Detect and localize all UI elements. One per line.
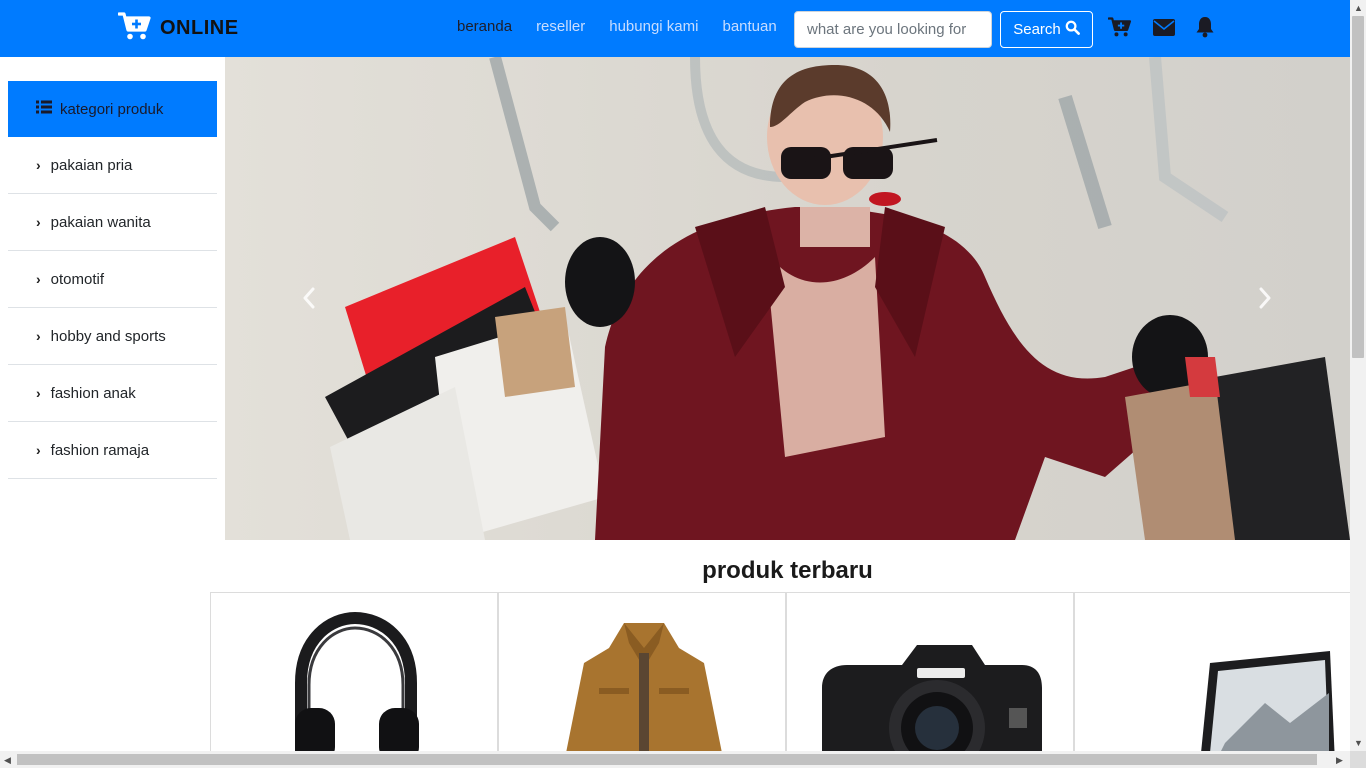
sidebar-item-label: pakaian pria xyxy=(50,156,133,174)
nav-link-hubungi-kami[interactable]: hubungi kami xyxy=(605,18,702,35)
chevron-right-icon: › xyxy=(36,328,41,344)
product-image-jacket xyxy=(566,623,722,752)
product-image-headphones xyxy=(295,611,419,752)
sidebar-item-pakaian-pria[interactable]: › pakaian pria xyxy=(8,137,217,194)
sidebar-item-label: fashion anak xyxy=(50,384,136,402)
chevron-left-icon xyxy=(302,287,316,314)
sidebar-item-otomotif[interactable]: › otomotif xyxy=(8,251,217,308)
scroll-up-icon[interactable]: ▲ xyxy=(1354,3,1363,13)
vertical-scrollbar-thumb[interactable] xyxy=(1352,16,1364,358)
chevron-right-icon: › xyxy=(36,442,41,458)
scroll-down-icon[interactable]: ▼ xyxy=(1354,738,1363,748)
top-navbar: ONLINE beranda reseller hubungi kami ban… xyxy=(0,0,1350,57)
hero-banner-image xyxy=(225,57,1350,540)
sidebar-item-label: otomotif xyxy=(50,270,105,288)
search-icon xyxy=(1065,20,1080,39)
sidebar-heading-label: kategori produk xyxy=(60,100,164,118)
sidebar-item-label: hobby and sports xyxy=(50,327,166,345)
product-card-laptop[interactable] xyxy=(1074,592,1350,752)
sidebar-item-label: fashion ramaja xyxy=(50,441,150,459)
product-card-jacket[interactable] xyxy=(498,592,786,752)
hero-carousel[interactable] xyxy=(225,57,1350,540)
product-card-headphones[interactable] xyxy=(210,592,498,752)
search-button[interactable]: Search xyxy=(1000,11,1093,48)
envelope-icon[interactable] xyxy=(1152,15,1176,39)
brand-logo[interactable]: ONLINE xyxy=(117,10,239,46)
product-image-camera xyxy=(822,645,1042,752)
brand-name: ONLINE xyxy=(160,16,239,39)
carousel-prev-button[interactable] xyxy=(296,285,322,315)
cart-plus-icon[interactable] xyxy=(1108,15,1132,39)
chevron-right-icon: › xyxy=(36,271,41,287)
chevron-right-icon: › xyxy=(36,385,41,401)
horizontal-scrollbar-thumb[interactable] xyxy=(17,754,1317,765)
scrollbar-corner xyxy=(1350,751,1366,768)
product-card-camera[interactable] xyxy=(786,592,1074,752)
horizontal-scrollbar[interactable]: ◀ ▶ xyxy=(0,751,1350,768)
scroll-right-icon[interactable]: ▶ xyxy=(1336,755,1343,765)
chevron-right-icon xyxy=(1258,287,1272,314)
sidebar-item-fashion-ramaja[interactable]: › fashion ramaja xyxy=(8,422,217,479)
sidebar-item-label: pakaian wanita xyxy=(50,213,151,231)
nav-links: beranda reseller hubungi kami bantuan xyxy=(453,18,781,35)
search-button-label: Search xyxy=(1013,21,1061,38)
category-sidebar: kategori produk › pakaian pria › pakaian… xyxy=(8,81,217,479)
bell-icon[interactable] xyxy=(1193,15,1217,39)
section-title: produk terbaru xyxy=(702,557,873,584)
scroll-left-icon[interactable]: ◀ xyxy=(4,755,11,765)
chevron-right-icon: › xyxy=(36,214,41,230)
sidebar-item-pakaian-wanita[interactable]: › pakaian wanita xyxy=(8,194,217,251)
nav-link-beranda[interactable]: beranda xyxy=(453,18,516,35)
sidebar-item-fashion-anak[interactable]: › fashion anak xyxy=(8,365,217,422)
sidebar-heading: kategori produk xyxy=(8,81,217,137)
cart-plus-icon xyxy=(117,11,152,46)
search-input[interactable] xyxy=(794,11,992,48)
list-icon xyxy=(36,100,52,118)
nav-link-bantuan[interactable]: bantuan xyxy=(718,18,780,35)
chevron-right-icon: › xyxy=(36,157,41,173)
nav-link-reseller[interactable]: reseller xyxy=(532,18,589,35)
product-list xyxy=(210,592,1350,752)
sidebar-item-hobby-and-sports[interactable]: › hobby and sports xyxy=(8,308,217,365)
carousel-next-button[interactable] xyxy=(1252,285,1278,315)
page: ONLINE beranda reseller hubungi kami ban… xyxy=(0,0,1366,768)
vertical-scrollbar[interactable]: ▲ ▼ xyxy=(1350,0,1366,751)
product-image-laptop xyxy=(1201,651,1335,752)
